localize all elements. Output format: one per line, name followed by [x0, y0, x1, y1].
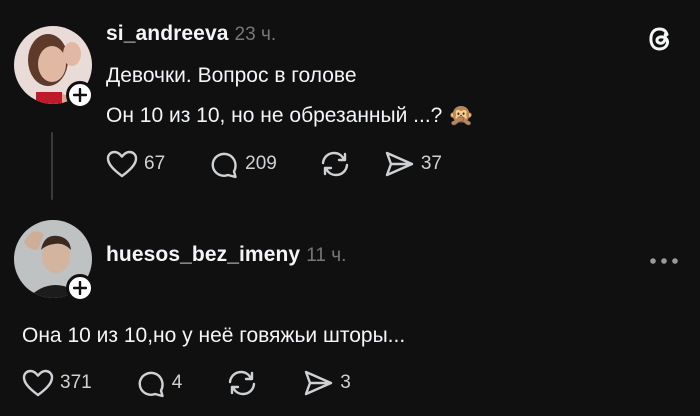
comment-button[interactable]: 209 — [207, 148, 277, 180]
repost-icon — [321, 151, 349, 177]
more-dots-icon[interactable] — [648, 253, 680, 264]
post-text-line2: Он 10 из 10, но не обрезанный ...? 🙊 — [106, 104, 475, 127]
reply-actions: 371 4 3 — [22, 365, 351, 401]
repost-button[interactable] — [226, 368, 258, 398]
comment-count: 209 — [245, 153, 277, 174]
share-count: 3 — [340, 372, 351, 393]
threads-logo-icon[interactable] — [644, 22, 678, 56]
heart-icon — [22, 369, 54, 397]
comment-count: 4 — [171, 372, 183, 393]
reply-header: huesos_bez_imeny 11 ч. — [106, 243, 346, 267]
reply-time: 11 ч. — [306, 245, 347, 266]
like-button[interactable]: 371 — [22, 368, 92, 398]
heart-icon — [106, 150, 138, 178]
follow-plus-button[interactable] — [66, 81, 94, 109]
like-count: 67 — [144, 153, 166, 174]
post-header: si_andreeva 23 ч. — [106, 22, 276, 46]
post-username[interactable]: si_andreeva — [106, 22, 229, 46]
thread-line — [51, 132, 53, 200]
like-button[interactable]: 67 — [106, 149, 165, 179]
repost-button[interactable] — [319, 149, 351, 179]
comment-icon — [138, 371, 164, 398]
send-icon — [385, 151, 414, 177]
share-button[interactable]: 37 — [383, 149, 442, 179]
comment-icon — [211, 152, 237, 179]
follow-plus-button[interactable] — [66, 274, 94, 302]
send-icon — [305, 370, 333, 396]
share-button[interactable]: 3 — [302, 368, 351, 398]
like-count: 371 — [60, 372, 92, 393]
reply-text: Она 10 из 10,но у неё говяжьи шторы... — [22, 324, 406, 347]
comment-button[interactable]: 4 — [134, 367, 183, 399]
repost-icon — [229, 370, 256, 396]
post-time: 23 ч. — [234, 24, 277, 45]
post-text-line1: Девочки. Вопрос в голове — [106, 64, 357, 87]
post-actions: 67 209 37 — [106, 146, 442, 182]
reply-username[interactable]: huesos_bez_imeny — [106, 243, 300, 267]
share-count: 37 — [420, 153, 442, 174]
